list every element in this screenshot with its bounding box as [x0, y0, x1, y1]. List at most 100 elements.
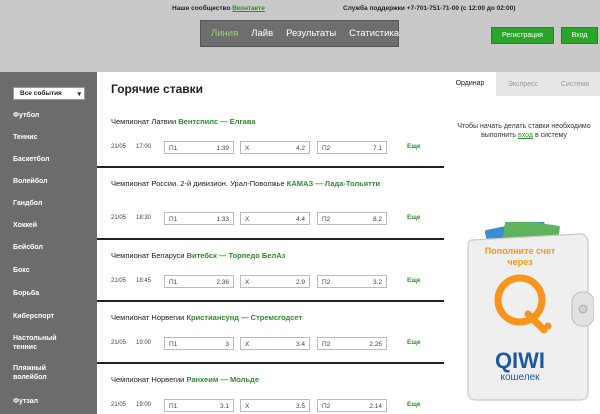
- event-title: Чемпионат Беларуси Витебск — Торпедо Бел…: [111, 250, 411, 261]
- odd-value: 8.2: [372, 216, 382, 223]
- odd-value: 7.1: [372, 145, 382, 152]
- odd-p1[interactable]: П1 1.33: [164, 212, 234, 225]
- odd-label: П2: [322, 403, 331, 410]
- odd-label: П1: [169, 216, 178, 223]
- sidebar-item-wrestling[interactable]: Борьба: [13, 289, 39, 298]
- odds-row: 21/05 17:00 П1 1.39 X 4.2 П2 7.1 Еще: [111, 141, 441, 154]
- sidebar-item-boxing[interactable]: Бокс: [13, 266, 30, 275]
- event-time: 19:00: [136, 402, 152, 408]
- tab-express[interactable]: Экспресс: [496, 72, 550, 96]
- odd-value: 2.14: [369, 403, 382, 410]
- sidebar-item-esports[interactable]: Киберспорт: [13, 312, 54, 321]
- support-info: Служба поддержки +7-701-751-71-00 (с 12:…: [343, 5, 515, 12]
- event-teams[interactable]: КАМАЗ — Лада-Тольятти: [287, 179, 380, 188]
- odds-row: 21/05 19:00 П1 3 X 3.4 П2 2.25 Еще: [111, 337, 441, 350]
- event-date: 21/05: [111, 144, 127, 150]
- event-teams[interactable]: Ранхеим — Мольде: [186, 375, 259, 384]
- sidebar-item-basketball[interactable]: Баскетбол: [13, 155, 49, 164]
- sidebar-item-handball[interactable]: Гандбол: [13, 199, 42, 208]
- odd-p2[interactable]: П2 7.1: [317, 141, 387, 154]
- odd-x[interactable]: X 2.9: [240, 275, 310, 288]
- odd-p2[interactable]: П2 2.14: [317, 399, 387, 412]
- odd-label: П1: [169, 341, 178, 348]
- odds-row: 21/05 19:00 П1 3.1 X 3.5 П2 2.14 Еще: [111, 399, 441, 412]
- nav-line[interactable]: Линия: [211, 28, 238, 39]
- nav-statistics[interactable]: Статистика: [349, 28, 399, 39]
- sidebar-item-beach-volleyball[interactable]: Пляжный волейбол: [13, 364, 68, 382]
- more-button[interactable]: Еще: [407, 143, 420, 150]
- odd-label: П1: [169, 279, 178, 286]
- promo-line2: через: [507, 257, 533, 267]
- odd-p1[interactable]: П1 2.36: [164, 275, 234, 288]
- event-date: 21/05: [111, 278, 127, 284]
- event-time: 17:00: [136, 144, 152, 150]
- login-button[interactable]: Вход: [561, 27, 598, 44]
- odd-x[interactable]: X 3.4: [240, 337, 310, 350]
- more-button[interactable]: Еще: [407, 401, 420, 408]
- event-date: 21/05: [111, 340, 127, 346]
- divider: [97, 238, 444, 240]
- odd-value: 1.39: [216, 145, 229, 152]
- main-nav: Линия Лайв Результаты Статистика: [200, 20, 399, 47]
- odd-p2[interactable]: П2 2.25: [317, 337, 387, 350]
- odd-p1[interactable]: П1 1.39: [164, 141, 234, 154]
- sidebar-item-volleyball[interactable]: Волейбол: [13, 177, 48, 186]
- login-link[interactable]: вход: [518, 132, 533, 139]
- more-button[interactable]: Еще: [407, 339, 420, 346]
- qiwi-brand: QIWI: [495, 348, 545, 373]
- odd-value: 3.2: [372, 279, 382, 286]
- odd-label: X: [245, 279, 250, 286]
- nav-results[interactable]: Результаты: [286, 28, 336, 39]
- event-league: Чемпионат Норвегии: [111, 313, 185, 322]
- odd-label: П2: [322, 341, 331, 348]
- odd-value: 3.5: [295, 403, 305, 410]
- sidebar-item-tennis[interactable]: Теннис: [13, 133, 37, 142]
- odd-p2[interactable]: П2 8.2: [317, 212, 387, 225]
- event-date: 21/05: [111, 402, 127, 408]
- qiwi-promo-banner[interactable]: Пополните счет через QIWI кошелек: [464, 222, 594, 402]
- odd-value: 3: [225, 341, 229, 348]
- odd-p1[interactable]: П1 3: [164, 337, 234, 350]
- event-teams[interactable]: Кристиансунд — Стремсгодсет: [186, 313, 302, 322]
- tab-system[interactable]: Система: [550, 72, 600, 96]
- tab-single[interactable]: Ординар: [444, 72, 496, 96]
- event-title: Чемпионат Норвегии Ранхеим — Мольде: [111, 374, 411, 385]
- top-info-bar: Наше сообщество Вконтакте Служба поддерж…: [0, 0, 600, 18]
- event-time: 18:45: [136, 278, 152, 284]
- events-filter-select[interactable]: Все события ▾: [13, 87, 85, 100]
- more-button[interactable]: Еще: [407, 214, 420, 221]
- support-phone: +7-701-751-71-00 (с 12:00 до 02:00): [406, 5, 516, 12]
- event-teams[interactable]: Вентспилс — Елгава: [178, 117, 255, 126]
- odd-value: 2.36: [216, 279, 229, 286]
- odd-label: X: [245, 145, 250, 152]
- sidebar-item-table-tennis[interactable]: Настольный теннис: [13, 334, 68, 352]
- sidebar-item-baseball[interactable]: Бейсбол: [13, 243, 43, 252]
- nav-live[interactable]: Лайв: [251, 28, 273, 39]
- events-filter-value: Все события: [20, 90, 62, 97]
- event-title: Чемпионат Норвегии Кристиансунд — Стремс…: [111, 312, 411, 323]
- odd-p2[interactable]: П2 3.2: [317, 275, 387, 288]
- register-button[interactable]: Регистрация: [491, 27, 554, 44]
- sports-sidebar: Все события ▾ Футбол Теннис Баскетбол Во…: [0, 72, 97, 414]
- sidebar-item-futsal[interactable]: Футзал: [13, 397, 38, 406]
- sidebar-item-hockey[interactable]: Хоккей: [13, 221, 37, 230]
- event-league: Чемпионат Норвегии: [111, 375, 185, 384]
- more-button[interactable]: Еще: [407, 277, 420, 284]
- odd-x[interactable]: X 3.5: [240, 399, 310, 412]
- odd-value: 2.25: [369, 341, 382, 348]
- odd-label: X: [245, 216, 250, 223]
- sidebar-item-football[interactable]: Футбол: [13, 111, 39, 120]
- odd-label: П1: [169, 145, 178, 152]
- odd-label: X: [245, 403, 250, 410]
- odd-x[interactable]: X 4.2: [240, 141, 310, 154]
- odd-x[interactable]: X 4.4: [240, 212, 310, 225]
- odd-label: П2: [322, 216, 331, 223]
- divider: [97, 300, 444, 302]
- odd-p1[interactable]: П1 3.1: [164, 399, 234, 412]
- qiwi-brand-sub: кошелек: [500, 372, 540, 383]
- event-teams[interactable]: Витебск — Торпедо БелАз: [187, 251, 286, 260]
- community-info: Наше сообщество Вконтакте: [172, 5, 265, 12]
- divider: [97, 166, 444, 168]
- odd-value: 3.4: [295, 341, 305, 348]
- community-link[interactable]: Вконтакте: [232, 5, 265, 12]
